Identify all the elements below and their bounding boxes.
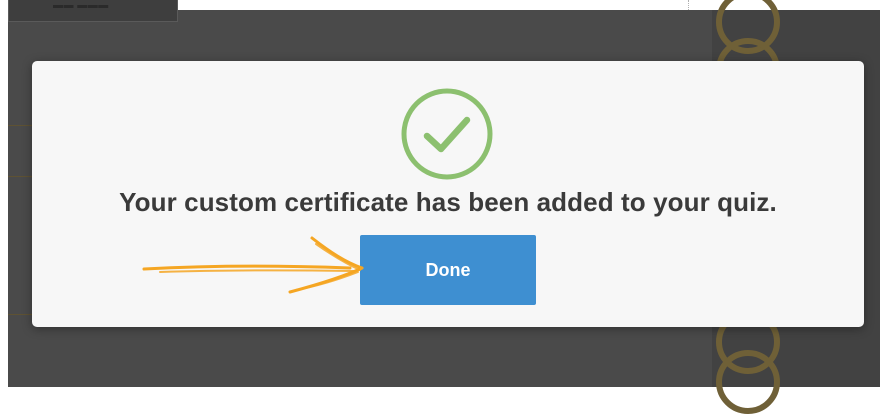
decoration-curl <box>716 350 780 414</box>
success-message: Your custom certificate has been added t… <box>119 187 777 217</box>
background-card-text: ▬▬ ▬▬▬ <box>53 0 109 11</box>
background-card: ▬▬ ▬▬▬ <box>8 0 178 22</box>
background-panel-edge <box>8 125 32 315</box>
background-panel-line <box>8 176 32 177</box>
hand-drawn-arrow-icon <box>142 236 364 294</box>
background-divider <box>688 0 690 10</box>
check-circle-icon <box>401 88 493 180</box>
done-button[interactable]: Done <box>360 235 536 305</box>
